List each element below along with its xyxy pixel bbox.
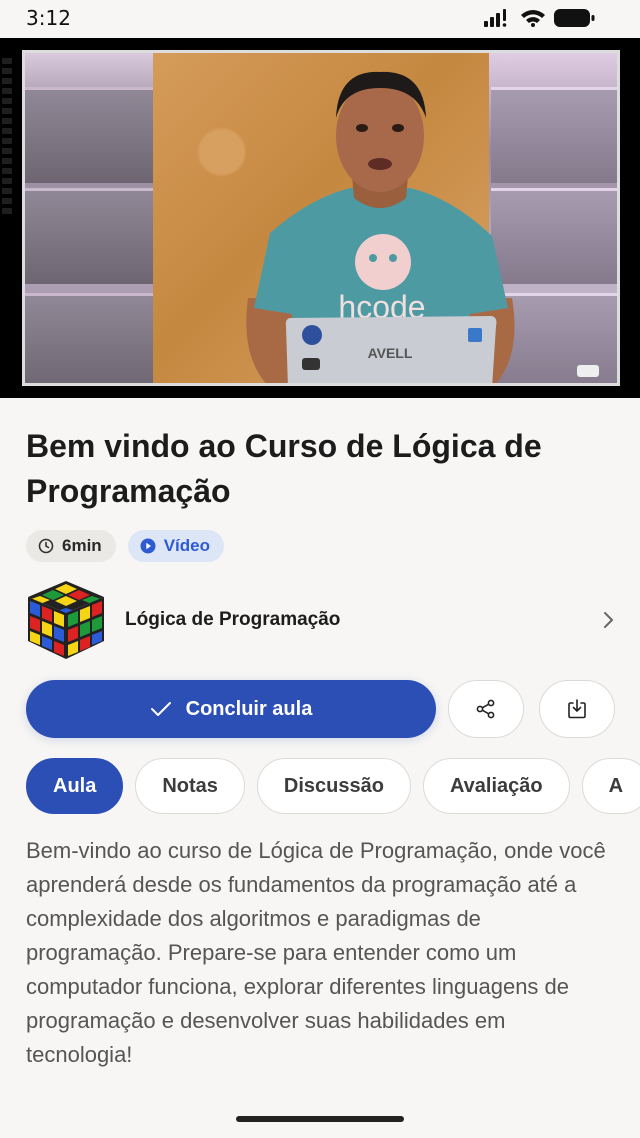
download-icon (568, 699, 586, 719)
video-laptop-text: AVELL (368, 345, 413, 361)
status-icons (484, 8, 596, 28)
video-player[interactable]: hcode AVELL (0, 38, 640, 398)
tab-4[interactable]: A (581, 758, 640, 814)
video-edge-decoration (2, 58, 12, 218)
tab-2[interactable]: Discussão (256, 758, 411, 814)
tab-1[interactable]: Notas (135, 758, 245, 814)
complete-lesson-button[interactable]: Concluir aula (26, 680, 436, 738)
tab-0[interactable]: Aula (26, 758, 124, 814)
course-link[interactable]: Lógica de Programação (26, 578, 618, 662)
wifi-icon (521, 10, 545, 27)
check-icon (150, 702, 171, 716)
complete-lesson-label: Concluir aula (185, 697, 313, 720)
status-bar: 3:12 (0, 0, 640, 38)
status-time: 3:12 (26, 6, 71, 30)
duration-badge: 6min (26, 530, 116, 562)
lesson-title: Bem vindo ao Curso de Lógica de Programa… (26, 428, 542, 509)
play-circle-icon (140, 538, 156, 554)
chevron-right-icon (604, 612, 613, 628)
clock-icon (38, 538, 54, 554)
content-type-badge: Vídeo (127, 530, 224, 562)
content-type-label: Vídeo (163, 536, 210, 555)
video-frame[interactable]: hcode AVELL (22, 50, 620, 386)
video-watermark-icon (577, 365, 599, 377)
download-button[interactable] (539, 680, 615, 738)
lesson-meta: 6min Vídeo (26, 530, 224, 562)
lesson-actions: Concluir aula (26, 680, 618, 738)
share-icon (476, 699, 495, 719)
signal-icon (484, 9, 507, 27)
rubiks-cube-icon (28, 581, 104, 659)
home-indicator[interactable] (236, 1116, 404, 1122)
tab-3[interactable]: Avaliação (422, 758, 570, 814)
lesson-tabs: Aula Notas Discussão Avaliação A (26, 758, 640, 814)
share-button[interactable] (448, 680, 524, 738)
video-wall-left (25, 53, 155, 383)
video-presenter: hcode AVELL (246, 71, 515, 383)
duration-label: 6min (62, 536, 102, 555)
course-name: Lógica de Programação (125, 609, 341, 630)
battery-icon (554, 9, 595, 27)
lesson-description: Bem-vindo ao curso de Lógica de Programa… (26, 838, 606, 1067)
